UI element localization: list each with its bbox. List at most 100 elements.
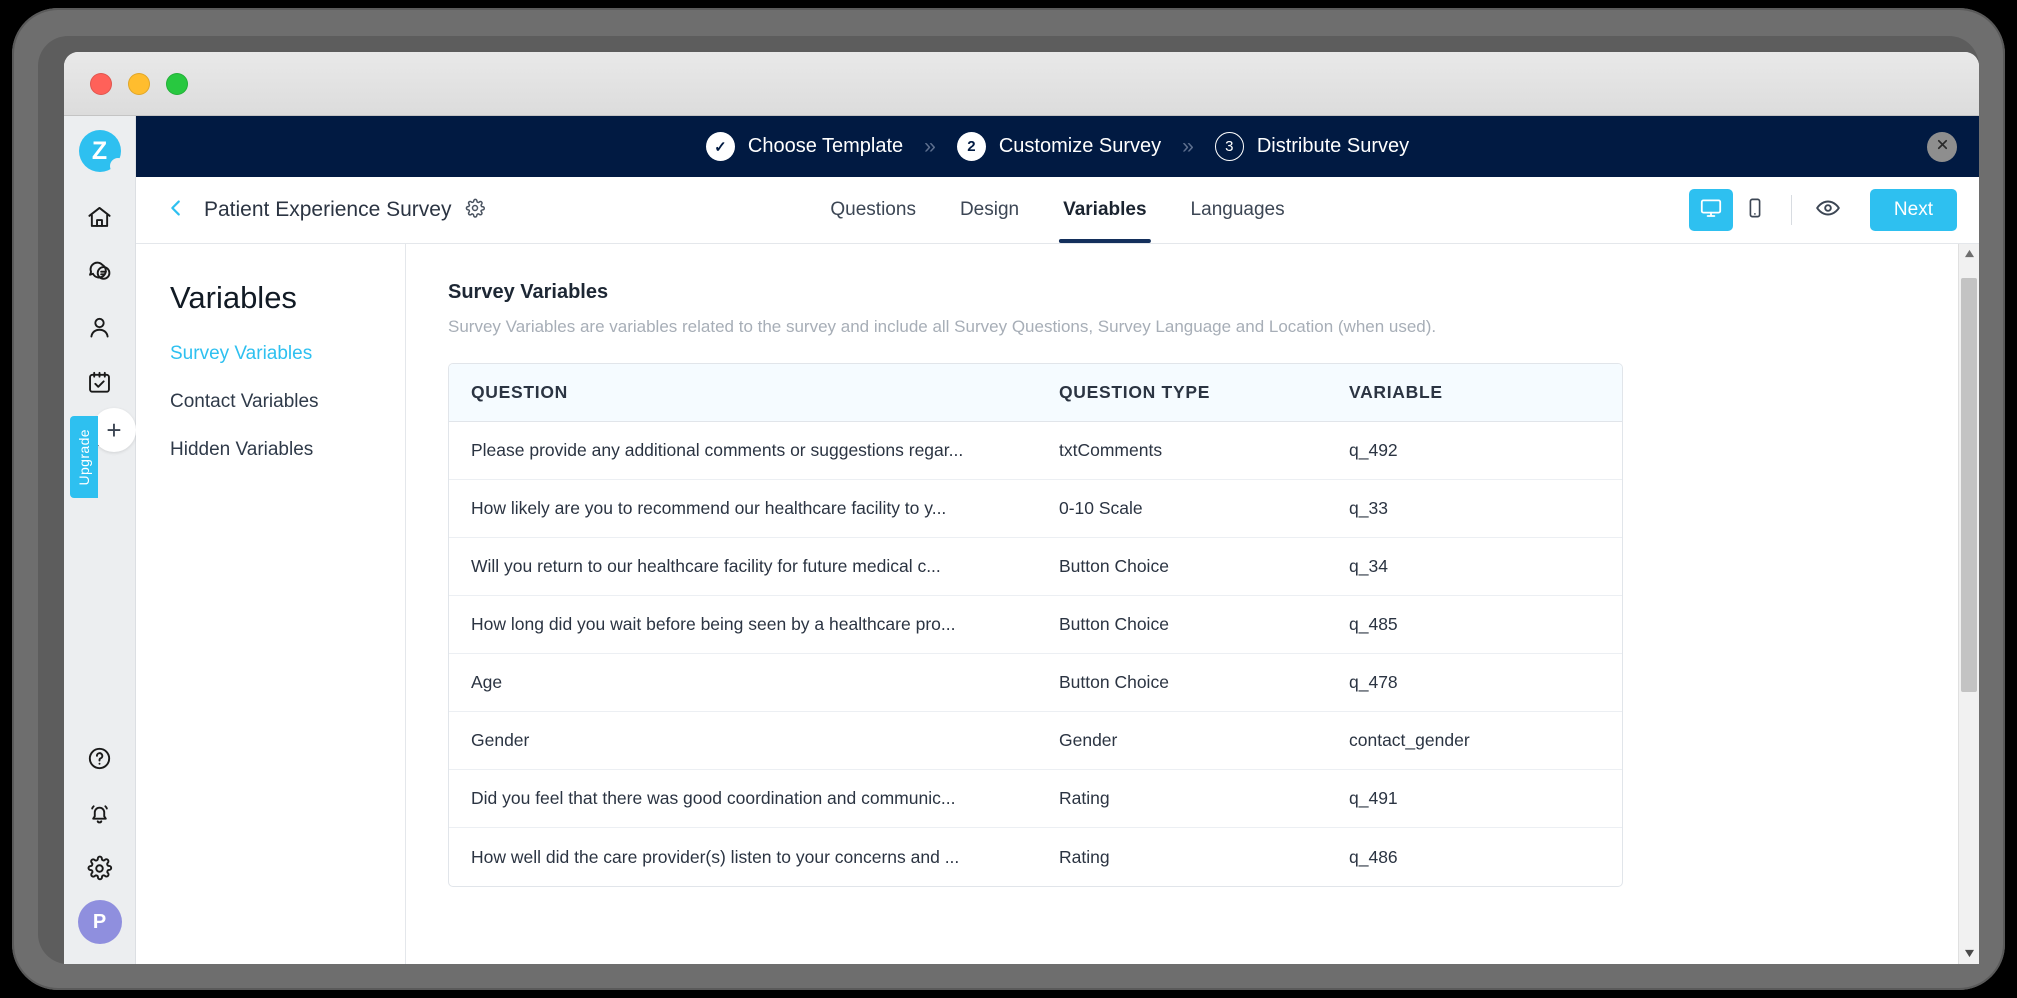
cell-variable: q_491 [1349,788,1398,808]
cell-question-type: txtComments [1059,440,1163,460]
table-row[interactable]: Please provide any additional comments o… [449,422,1622,480]
add-new-button[interactable]: + [92,408,136,452]
window-titlebar [64,52,1979,116]
subnav-title: Variables [170,280,297,315]
sidebar-item-home[interactable] [77,194,123,240]
sidebar-item-contacts[interactable] [77,304,123,350]
sidebar-item-help[interactable] [77,735,123,781]
column-header-question-type: QUESTION TYPE [1059,382,1211,402]
user-avatar[interactable]: P [77,900,122,944]
cell-question: Please provide any additional comments o… [471,440,964,460]
plus-icon: + [106,414,122,445]
notifications-bell-icon [86,800,113,827]
step-complete-check-icon: ✓ [705,132,735,161]
page-title: Patient Experience Survey [204,198,452,221]
sidebar-item-surveys[interactable] [77,359,123,405]
next-button[interactable]: Next [1869,189,1957,231]
caret-up-icon [1964,245,1975,263]
cell-question-type: Button Choice [1059,614,1169,634]
header-actions: Next [1688,189,1957,231]
scroll-up-button[interactable] [1959,244,1979,264]
wizard-separator: » [1182,134,1194,158]
sidebar-item-settings[interactable] [77,845,123,891]
table-row[interactable]: How likely are you to recommend our heal… [449,480,1622,538]
gear-icon [465,198,486,223]
sidebar-item-survey-variables[interactable]: Survey Variables [170,343,405,365]
upgrade-label: Upgrade [76,428,92,486]
wizard-step-label: Distribute Survey [1256,135,1410,157]
help-question-icon [86,745,113,772]
panel-description: Survey Variables are variables related t… [448,317,1437,336]
table-row[interactable]: Age Button Choice q_478 [449,654,1622,712]
avatar-initial: P [92,910,107,933]
cell-question: Will you return to our healthcare facili… [471,556,941,576]
desktop-preview-button[interactable] [1688,189,1733,231]
cell-question-type: Gender [1059,730,1118,750]
settings-gear-icon [86,855,113,882]
upgrade-button[interactable]: Upgrade [70,416,98,498]
close-icon [1935,137,1950,157]
mobile-icon [1744,197,1766,224]
tab-languages[interactable]: Languages [1169,177,1307,243]
sidebar-item-contact-variables[interactable]: Contact Variables [170,391,405,413]
column-header-question: QUESTION [471,382,568,402]
tab-variables[interactable]: Variables [1041,177,1168,243]
left-icon-rail: Z + Upgrade P [64,116,136,964]
table-row[interactable]: How long did you wait before being seen … [449,596,1622,654]
survey-calendar-check-icon [86,369,113,396]
table-header-row: QUESTION QUESTION TYPE VARIABLE [449,364,1622,422]
wizard-step-distribute-survey[interactable]: 3 Distribute Survey [1214,132,1410,161]
eye-preview-icon [1815,195,1841,226]
scroll-down-button[interactable] [1959,944,1979,964]
cell-question-type: 0-10 Scale [1059,498,1143,518]
table-row[interactable]: Will you return to our healthcare facili… [449,538,1622,596]
sidebar-item-notifications[interactable] [77,790,123,836]
app-body: Z + Upgrade P ✓ Choose Template » 2 Cust… [64,116,1979,964]
cell-question: Did you feel that there was good coordin… [471,788,956,808]
chevron-left-icon [165,197,187,224]
scrollbar-track[interactable] [1959,264,1979,944]
cell-question-type: Rating [1059,846,1110,867]
table-row[interactable]: Gender Gender contact_gender [449,712,1622,770]
survey-header-bar: Patient Experience Survey Questions Desi… [136,177,1979,244]
cell-question: How long did you wait before being seen … [471,614,956,634]
zonka-logo[interactable]: Z [78,130,126,174]
home-icon [86,204,113,231]
main-column: ✓ Choose Template » 2 Customize Survey »… [136,116,1979,964]
sidebar-item-feedback[interactable] [77,249,123,295]
content-region: Variables Survey Variables Contact Varia… [136,244,1979,964]
cell-question-type: Button Choice [1059,672,1169,692]
back-button[interactable] [162,196,190,224]
tab-questions[interactable]: Questions [808,177,938,243]
cell-variable: q_485 [1349,614,1398,634]
wizard-close-button[interactable] [1927,131,1957,162]
scrollbar-thumb[interactable] [1961,277,1977,693]
wizard-step-choose-template[interactable]: ✓ Choose Template [705,132,904,161]
cell-variable: q_492 [1349,440,1398,460]
cell-question-type: Button Choice [1059,556,1169,576]
column-header-variable: VARIABLE [1349,382,1443,402]
content-scrollbar[interactable] [1958,244,1979,964]
preview-button[interactable] [1806,189,1850,231]
sidebar-item-hidden-variables[interactable]: Hidden Variables [170,439,405,461]
table-row[interactable]: Did you feel that there was good coordin… [449,770,1622,828]
feedback-chat-icon [86,259,113,286]
tab-design[interactable]: Design [938,177,1041,243]
cell-variable: q_486 [1349,846,1398,867]
wizard-step-customize-survey[interactable]: 2 Customize Survey [956,132,1161,161]
mobile-preview-button[interactable] [1733,189,1777,231]
survey-settings-button[interactable] [463,198,487,222]
window-maximize-button[interactable] [166,72,188,95]
step-number-badge: 3 [1214,132,1244,161]
wizard-separator: » [924,134,936,158]
logo-letter: Z [91,136,108,165]
cell-variable: q_33 [1349,498,1388,518]
cell-question: Age [471,672,503,692]
cell-question: Gender [471,730,530,750]
table-row[interactable]: How well did the care provider(s) listen… [449,828,1622,886]
header-divider [1790,195,1792,225]
wizard-step-label: Choose Template [747,135,904,157]
cell-variable: contact_gender [1349,730,1470,750]
window-minimize-button[interactable] [128,72,150,95]
window-close-button[interactable] [90,72,112,95]
